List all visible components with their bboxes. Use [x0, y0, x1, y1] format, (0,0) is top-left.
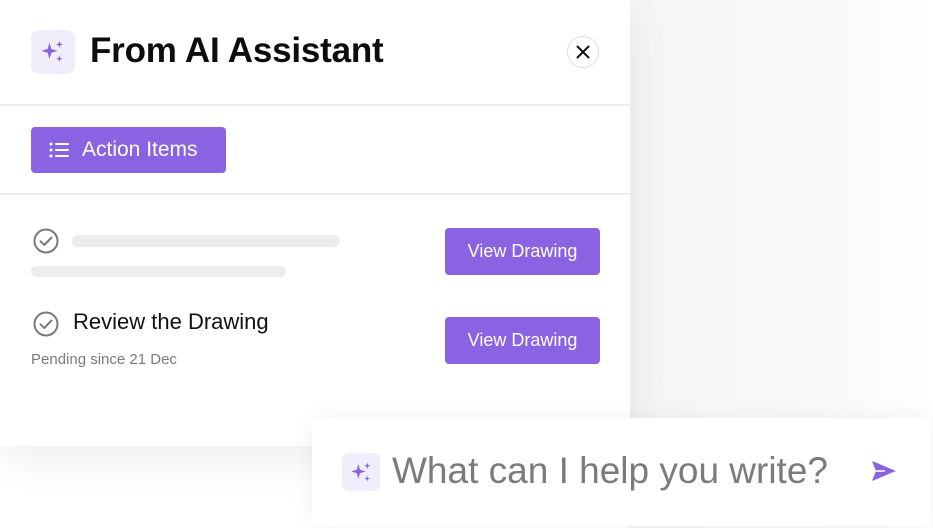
send-button[interactable]: [867, 456, 901, 486]
sparkle-icon: [31, 30, 75, 74]
view-drawing-button[interactable]: View Drawing: [445, 228, 600, 275]
check-circle-icon: [33, 311, 59, 337]
tab-label: Action Items: [82, 138, 198, 161]
loading-placeholder-meta: [31, 266, 286, 277]
panel-title: From AI Assistant: [90, 31, 384, 70]
prompt-input[interactable]: [392, 446, 862, 496]
close-icon: [576, 45, 590, 59]
loading-placeholder-title: [72, 235, 340, 247]
list-icon: [49, 142, 69, 158]
action-item-status: Pending since 21 Dec: [31, 351, 177, 368]
view-drawing-button[interactable]: View Drawing: [445, 317, 600, 364]
check-circle-icon: [33, 228, 59, 254]
panel-header: From AI Assistant: [0, 0, 630, 106]
send-icon: [872, 461, 896, 481]
prompt-bar: [312, 418, 931, 526]
action-item-title: Review the Drawing: [73, 309, 269, 334]
ai-assistant-panel: From AI Assistant Action Items View Draw…: [0, 0, 630, 446]
sparkle-icon: [342, 453, 380, 491]
tab-bar: Action Items: [0, 106, 630, 195]
close-button[interactable]: [567, 36, 599, 68]
tab-action-items[interactable]: Action Items: [31, 127, 226, 173]
